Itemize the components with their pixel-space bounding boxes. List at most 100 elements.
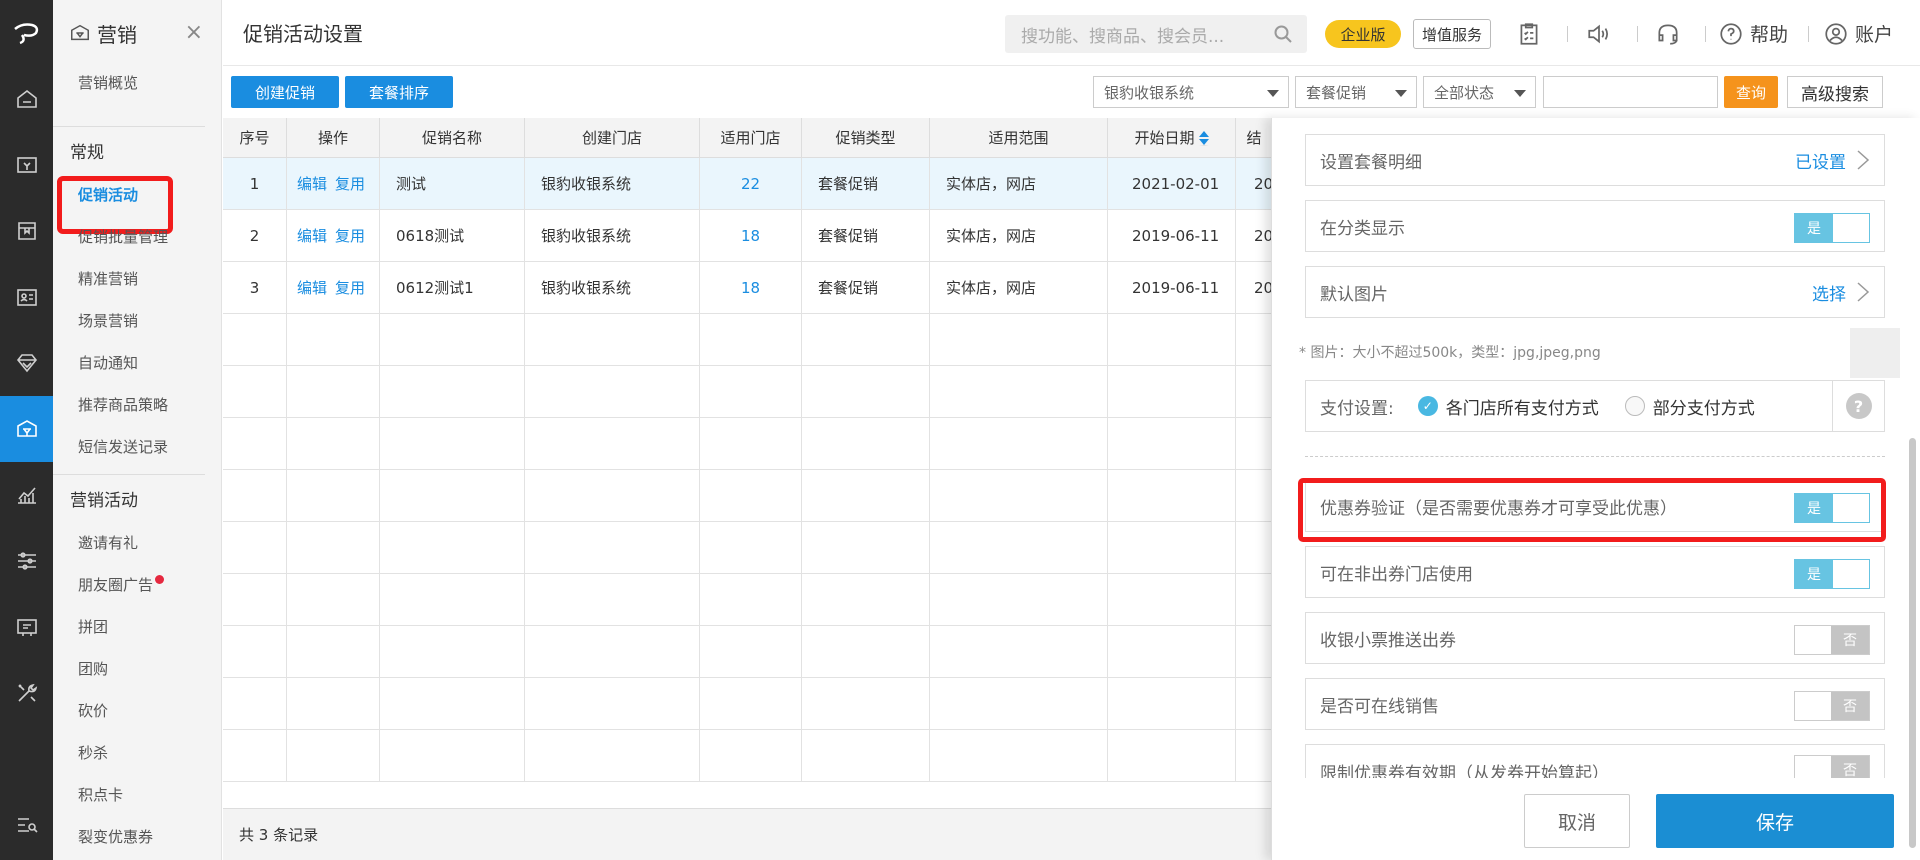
sort-icon[interactable] xyxy=(1198,131,1209,146)
sidebar-item-flash-sale[interactable]: 秒杀 xyxy=(53,732,221,774)
cancel-button[interactable]: 取消 xyxy=(1524,794,1630,848)
table-row[interactable]: 3 编辑 复用 0612测试1 银豹收银系统 18 套餐促销 实体店，网店 201… xyxy=(223,262,1273,314)
edit-link[interactable]: 编辑 xyxy=(297,227,327,245)
member-icon[interactable] xyxy=(0,264,53,330)
cell-store: 银豹收银系统 xyxy=(525,158,700,210)
edit-link[interactable]: 编辑 xyxy=(297,279,327,297)
copy-link[interactable]: 复用 xyxy=(335,227,365,245)
chevron-down-icon xyxy=(1395,90,1407,97)
cell-no: 1 xyxy=(223,158,287,210)
value-added-services-button[interactable]: 增值服务 xyxy=(1413,19,1491,49)
sidebar-item-recommend-strategy[interactable]: 推荐商品策略 xyxy=(53,384,221,426)
copy-link[interactable]: 复用 xyxy=(335,279,365,297)
sidebar-item-scene-marketing[interactable]: 场景营销 xyxy=(53,300,221,342)
panel-scrollbar[interactable] xyxy=(1909,438,1916,848)
row-label: 是否可在线销售 xyxy=(1320,696,1439,717)
cell-scope: 实体店，网店 xyxy=(930,158,1108,210)
create-promotion-button[interactable]: 创建促销 xyxy=(231,76,339,108)
keyword-input[interactable] xyxy=(1543,76,1718,108)
settings-sliders-icon[interactable] xyxy=(0,528,53,594)
cell-end: 20 xyxy=(1236,262,1273,314)
sidebar-item-team-purchase[interactable]: 团购 xyxy=(53,648,221,690)
speaker-icon[interactable] xyxy=(1583,18,1615,50)
type-select-value: 套餐促销 xyxy=(1306,83,1367,102)
online-sale-toggle[interactable]: 否 xyxy=(1794,691,1870,721)
cell-date: 2021-02-01 xyxy=(1108,158,1236,210)
cell-count: 18 xyxy=(700,262,802,314)
col-header-start-date[interactable]: 开始日期 xyxy=(1108,118,1236,158)
store-select[interactable]: 银豹收银系统 xyxy=(1093,76,1289,108)
status-select[interactable]: 全部状态 xyxy=(1423,76,1536,108)
store-count-link[interactable]: 18 xyxy=(741,227,760,245)
sidebar-item-points-card[interactable]: 积点卡 xyxy=(53,774,221,816)
package-sort-button[interactable]: 套餐排序 xyxy=(345,76,453,108)
image-preview-placeholder[interactable] xyxy=(1850,328,1900,378)
table-row[interactable]: 2 编辑 复用 0618测试 银豹收银系统 18 套餐促销 实体店，网店 2019… xyxy=(223,210,1273,262)
search-icon[interactable] xyxy=(1273,24,1293,44)
sidebar-item-moments-ads[interactable]: 朋友圈广告 xyxy=(53,564,221,606)
diamond-icon[interactable] xyxy=(0,330,53,396)
default-image-row[interactable]: 默认图片 选择 xyxy=(1305,266,1885,318)
payment-option-partial[interactable]: 部分支付方式 xyxy=(1624,394,1755,419)
cashier-icon[interactable] xyxy=(0,132,53,198)
advanced-search-button[interactable]: 高级搜索 xyxy=(1787,76,1883,108)
help-link[interactable]: 帮助 xyxy=(1718,20,1788,47)
home-icon[interactable] xyxy=(0,66,53,132)
query-button[interactable]: 查询 xyxy=(1724,76,1778,108)
payment-help-button[interactable]: ? xyxy=(1832,381,1884,431)
close-icon[interactable]: × xyxy=(185,22,203,44)
table-row[interactable]: 1 编辑 复用 测试 银豹收银系统 22 套餐促销 实体店，网店 2021-02-… xyxy=(223,158,1273,210)
headset-icon[interactable] xyxy=(1652,18,1684,50)
edit-link[interactable]: 编辑 xyxy=(297,175,327,193)
sidebar-item-batch-promotion[interactable]: 促销批量管理 xyxy=(53,216,221,258)
non-issue-store-toggle[interactable]: 是 xyxy=(1794,559,1870,589)
col-header: 序号 xyxy=(223,118,287,158)
product-icon[interactable] xyxy=(0,198,53,264)
search-input[interactable]: 搜功能、搜商品、搜会员... xyxy=(1005,15,1307,53)
app-root: 营销 × 营销概览 常规 促销活动 促销批量管理 精准营销 场景营销 自动通知 … xyxy=(0,0,1920,860)
edition-badge[interactable]: 企业版 xyxy=(1325,20,1401,48)
sidebar-item-sms-records[interactable]: 短信发送记录 xyxy=(53,426,221,468)
sidebar-item-auto-notify[interactable]: 自动通知 xyxy=(53,342,221,384)
sidebar-item-overview[interactable]: 营销概览 xyxy=(53,66,221,126)
logo-icon[interactable] xyxy=(0,0,53,66)
voucher-icon[interactable] xyxy=(0,594,53,660)
set-package-detail-row[interactable]: 设置套餐明细 已设置 xyxy=(1305,134,1885,186)
receipt-push-toggle[interactable]: 否 xyxy=(1794,625,1870,655)
save-button[interactable]: 保存 xyxy=(1656,794,1894,848)
sidebar-item-promotion[interactable]: 促销活动 xyxy=(53,174,221,234)
report-icon[interactable] xyxy=(0,462,53,528)
sidebar-item-group-buy[interactable]: 拼团 xyxy=(53,606,221,648)
coupon-validity-toggle[interactable]: 否 xyxy=(1794,755,1870,778)
radio-icon[interactable] xyxy=(1624,396,1645,416)
sidebar-item-bargain[interactable]: 砍价 xyxy=(53,690,221,732)
store-count-link[interactable]: 22 xyxy=(741,175,760,193)
copy-link[interactable]: 复用 xyxy=(335,175,365,193)
marketing-icon[interactable] xyxy=(0,396,53,462)
question-icon: ? xyxy=(1845,393,1872,419)
choose-image-link[interactable]: 选择 xyxy=(1812,280,1846,305)
sidebar-item-invite-gift[interactable]: 邀请有礼 xyxy=(53,522,221,564)
tools-icon[interactable] xyxy=(0,660,53,726)
coupon-validity-row: 限制优惠券有效期（从发券开始算起） 否 xyxy=(1305,744,1885,778)
promotion-type-select[interactable]: 套餐促销 xyxy=(1295,76,1417,108)
search-menu-icon[interactable] xyxy=(0,800,53,850)
empty-row xyxy=(223,418,1273,470)
col-header: 结 xyxy=(1236,118,1273,158)
divider xyxy=(1808,26,1809,42)
help-icon xyxy=(1720,22,1742,45)
checkmark-icon[interactable]: ✓ xyxy=(1417,396,1438,416)
store-count-link[interactable]: 18 xyxy=(741,279,760,297)
row-label: 默认图片 xyxy=(1320,284,1388,305)
show-in-category-toggle[interactable]: 是 xyxy=(1794,213,1870,243)
col-header: 促销类型 xyxy=(802,118,930,158)
sidebar-item-fission-coupon[interactable]: 裂变优惠券 xyxy=(53,816,221,858)
clipboard-icon[interactable] xyxy=(1513,18,1545,50)
notification-dot xyxy=(155,575,165,584)
chevron-right-icon xyxy=(1856,149,1870,171)
set-detail-status[interactable]: 已设置 xyxy=(1795,148,1846,173)
account-link[interactable]: 账户 xyxy=(1823,20,1893,47)
payment-option-all[interactable]: ✓ 各门店所有支付方式 xyxy=(1417,394,1599,419)
empty-row xyxy=(223,314,1273,366)
sidebar-item-precision-marketing[interactable]: 精准营销 xyxy=(53,258,221,300)
